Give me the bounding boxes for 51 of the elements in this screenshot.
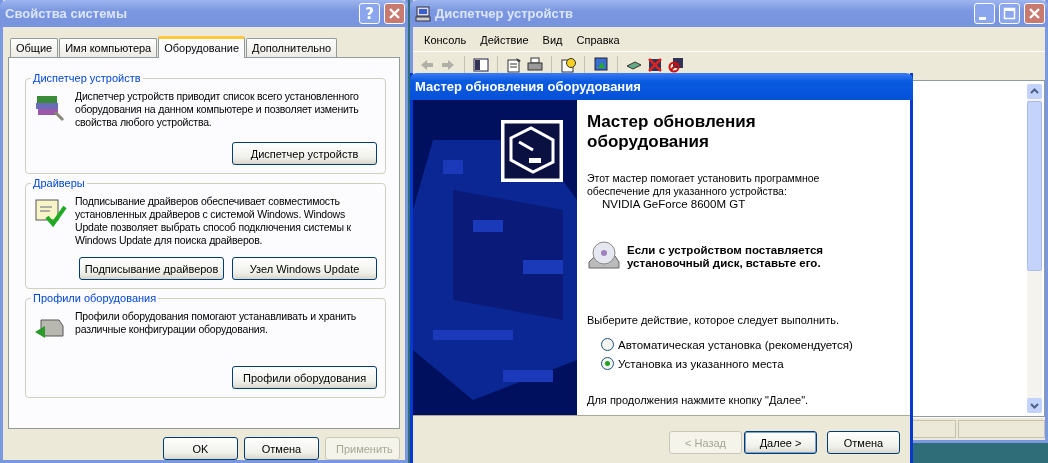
- window-title: Мастер обновления оборудования: [415, 79, 642, 94]
- printer-icon[interactable]: [527, 57, 543, 73]
- remove-icon[interactable]: [647, 57, 663, 73]
- action-button[interactable]: Профили оборудования: [232, 366, 377, 389]
- hardware-card-icon: [501, 120, 563, 182]
- menu-item[interactable]: Консоль: [417, 31, 474, 49]
- scroll-up-icon[interactable]: [1027, 84, 1042, 99]
- close-icon: [388, 7, 401, 20]
- group-description: Профили оборудования помогают устанавливать и хранить различные конфигурации оборудования.: [75, 310, 358, 336]
- tree-toggle-icon[interactable]: [473, 57, 489, 73]
- tab[interactable]: Оборудование: [158, 36, 246, 58]
- dialog-button[interactable]: OK: [163, 437, 238, 460]
- window-title: Свойства системы: [5, 6, 128, 21]
- action-button[interactable]: Узел Windows Update: [232, 257, 377, 280]
- device-name: NVIDIA GeForce 8600M GT: [602, 198, 747, 210]
- wizard-intro: Этот мастер помогает установить программное обеспечение для указанного устройства:: [587, 172, 821, 198]
- maximize-icon: [1003, 7, 1016, 20]
- tab[interactable]: Общие: [10, 38, 59, 57]
- option-label[interactable]: Автоматическая установка (рекомендуется): [618, 338, 853, 351]
- group-title: Диспетчер устройств: [31, 72, 143, 85]
- radio-button[interactable]: [601, 338, 614, 351]
- wizard-button[interactable]: Далее >: [744, 431, 817, 454]
- minimize-icon: [979, 16, 986, 20]
- continue-hint: Для продолжения нажмите кнопку "Далее".: [587, 394, 810, 406]
- group-title: Профили оборудования: [31, 292, 159, 305]
- action-button[interactable]: Диспетчер устройств: [232, 142, 377, 165]
- properties-icon[interactable]: [506, 57, 522, 73]
- scroll-down-icon[interactable]: [1027, 398, 1042, 413]
- group-description: Подписывание драйверов обеспечивает совместимость установленных драйверов с системой Windows. Windows Update позволяет выбрать способ подключения системы к Windows Update для поиска драйверов.: [75, 195, 352, 247]
- menu-item[interactable]: Вид: [535, 31, 570, 49]
- window-title: Диспетчер устройств: [435, 6, 575, 21]
- action-prompt: Выберите действие, которое следует выполнить.: [587, 314, 841, 326]
- action-button[interactable]: Подписывание драйверов: [79, 257, 224, 280]
- close-icon: [1028, 7, 1041, 20]
- option-label[interactable]: Установка из указанного места: [618, 357, 784, 370]
- computer-icon: [415, 5, 431, 22]
- menu-item[interactable]: Действие: [473, 31, 536, 49]
- tab[interactable]: Дополнительно: [246, 38, 338, 57]
- monitor-scan-icon[interactable]: [593, 57, 609, 73]
- group-title: Драйверы: [31, 177, 87, 190]
- scrollbar[interactable]: [1027, 84, 1042, 413]
- menu-item[interactable]: Справка: [569, 31, 627, 49]
- wizard-heading: Мастер обновления оборудования: [587, 112, 757, 152]
- dialog-button[interactable]: Отмена: [244, 437, 319, 460]
- disable-icon[interactable]: [668, 57, 684, 73]
- tab[interactable]: Имя компьютера: [59, 38, 158, 57]
- wizard-button[interactable]: Отмена: [827, 431, 900, 454]
- group-description: Диспетчер устройств приводит список всего установленного оборудования на данном компьютере и позволяет изменить свойства любого устройства.: [75, 90, 360, 129]
- radio-button[interactable]: [601, 357, 614, 370]
- install-disk-note: Если с устройством поставляется установочный диск, вставьте его.: [627, 244, 824, 270]
- help-icon[interactable]: [560, 57, 576, 73]
